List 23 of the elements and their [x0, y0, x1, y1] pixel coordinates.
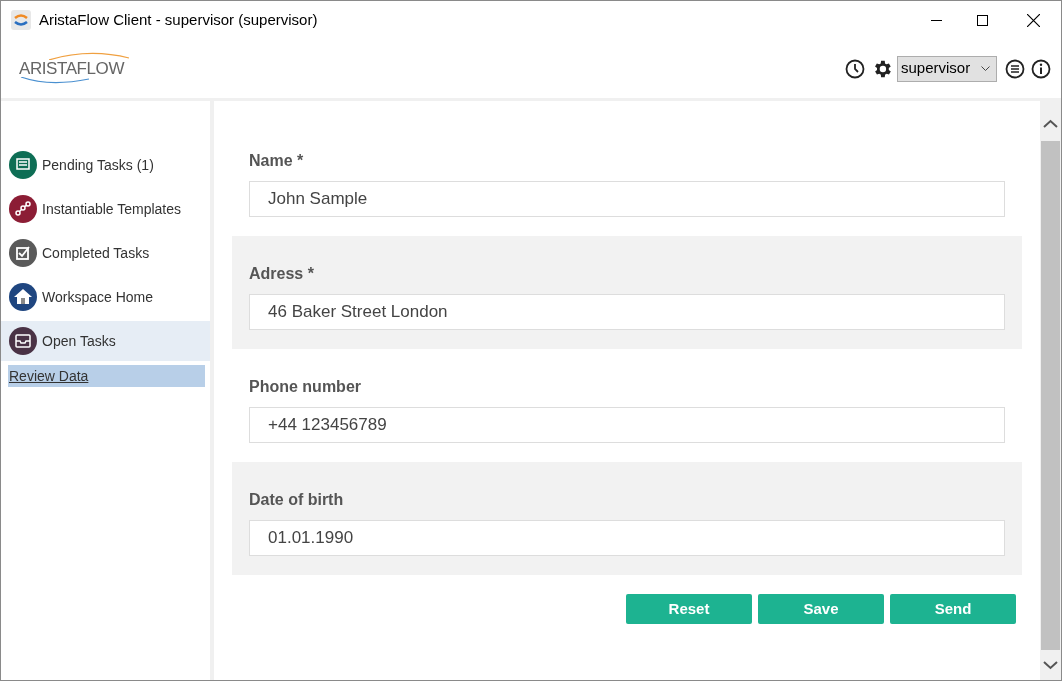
input-field[interactable]: 46 Baker Street London	[249, 294, 1005, 330]
app-icon	[11, 10, 31, 30]
close-icon	[1026, 13, 1040, 27]
logo: ARISTAFLOW	[19, 52, 139, 85]
user-select[interactable]: supervisor	[897, 55, 997, 82]
field-label: Name *	[249, 151, 304, 171]
clock-icon[interactable]	[845, 58, 865, 79]
info-icon[interactable]	[1031, 58, 1051, 79]
sidebar-item[interactable]: Instantiable Templates	[1, 189, 210, 229]
sidebar-item[interactable]: Pending Tasks (1)	[1, 145, 210, 185]
input-field[interactable]: +44 123456789	[249, 407, 1005, 443]
input-field[interactable]: 01.01.1990	[249, 520, 1005, 556]
sidebar-item[interactable]: Completed Tasks	[1, 233, 210, 273]
chevron-down-icon	[981, 65, 990, 72]
field-label: Adress *	[249, 264, 314, 284]
field-label: Phone number	[249, 377, 361, 397]
field-label: Date of birth	[249, 490, 344, 510]
sidebar-item[interactable]: Workspace Home	[1, 277, 210, 317]
input-field[interactable]: John Sample	[249, 181, 1005, 217]
sidebar-item[interactable]: Open Tasks	[1, 321, 210, 361]
window-title: AristaFlow Client - supervisor (supervisor)	[39, 9, 318, 30]
sidebar-subitem[interactable]: Review Data	[8, 365, 205, 387]
list-icon[interactable]	[1005, 58, 1025, 79]
